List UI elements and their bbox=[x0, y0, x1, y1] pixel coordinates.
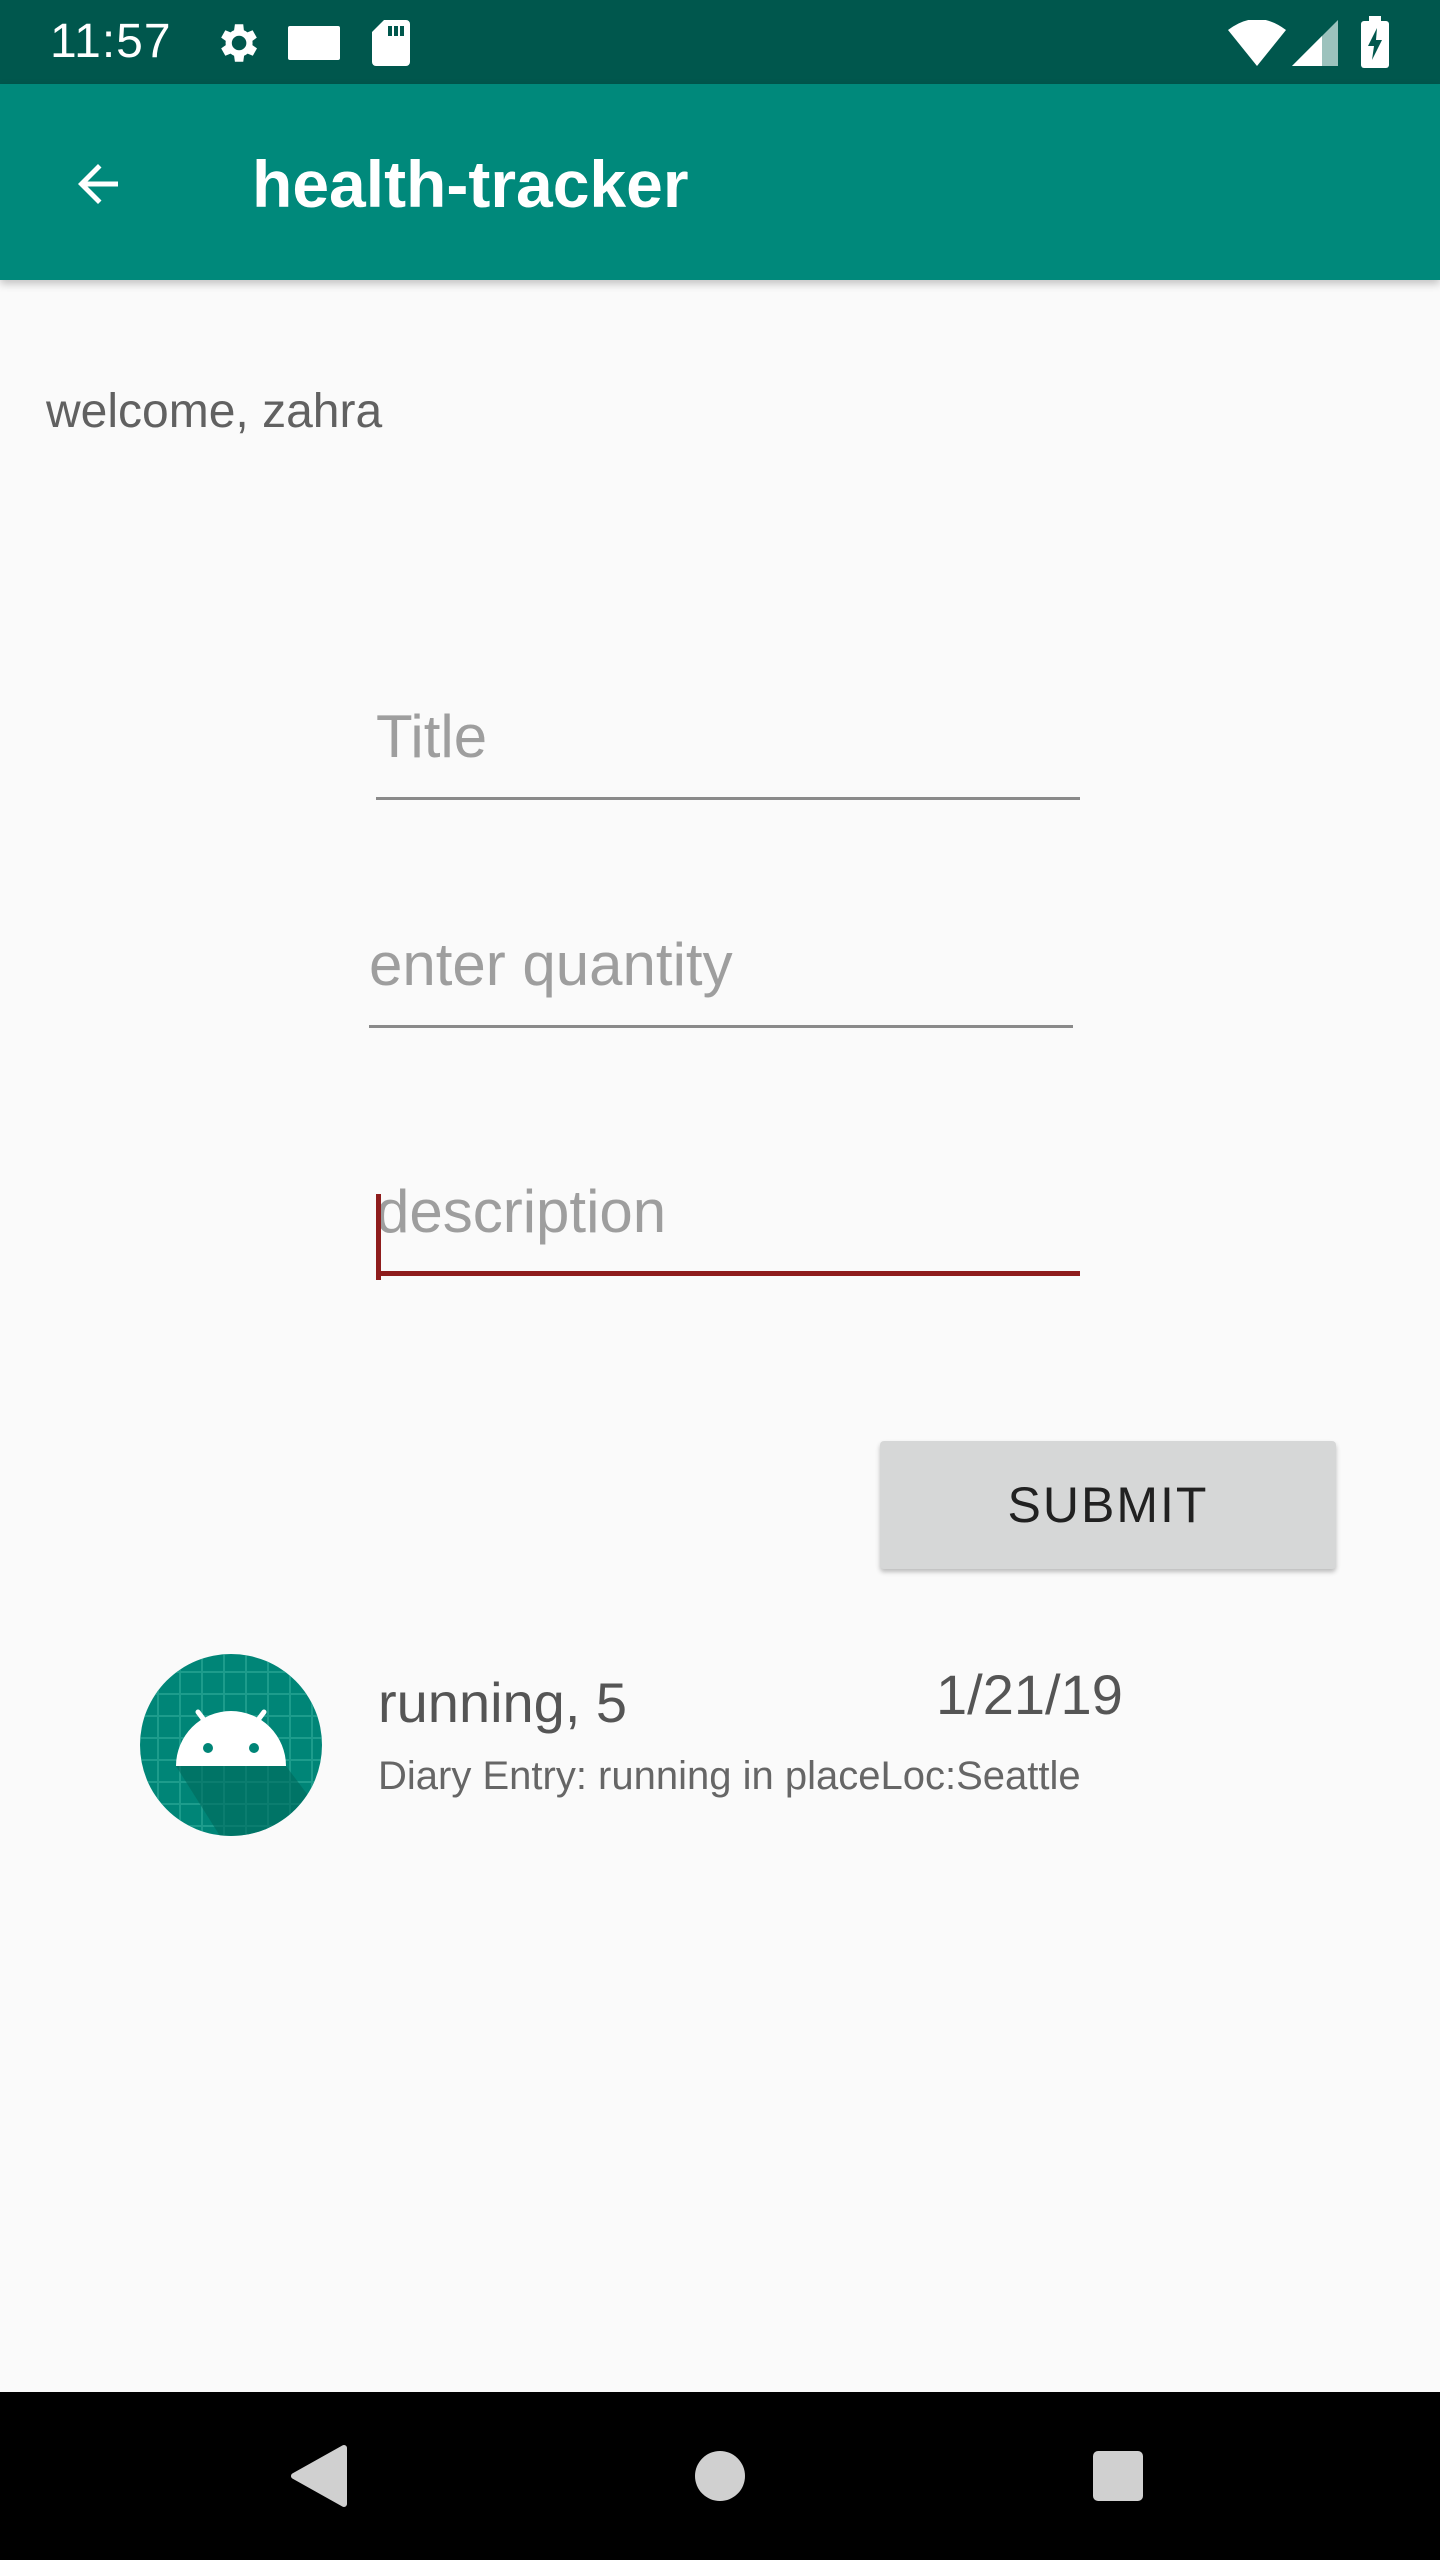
signal-icon bbox=[1292, 20, 1338, 66]
entry-title: running, 5 bbox=[378, 1671, 628, 1734]
wifi-icon bbox=[1228, 20, 1286, 66]
description-input[interactable] bbox=[376, 1166, 1080, 1271]
title-input[interactable] bbox=[376, 690, 1080, 797]
description-field-container bbox=[376, 1166, 1080, 1280]
list-item[interactable]: running, 5 1/21/19 Diary Entry: running … bbox=[140, 1650, 1240, 1840]
entry-date: 1/21/19 bbox=[936, 1663, 1123, 1726]
back-triangle-icon bbox=[291, 2445, 347, 2507]
nav-back-button[interactable] bbox=[276, 2434, 360, 2518]
submit-button[interactable]: SUBMIT bbox=[880, 1441, 1336, 1569]
text-cursor bbox=[376, 1194, 381, 1280]
app-bar: health-tracker bbox=[0, 84, 1440, 280]
quantity-input[interactable] bbox=[369, 918, 1073, 1025]
back-button[interactable] bbox=[48, 134, 148, 234]
home-circle-icon bbox=[695, 2451, 745, 2501]
nav-recents-button[interactable] bbox=[1076, 2434, 1160, 2518]
notification-icon bbox=[288, 26, 340, 60]
entry-description: Diary Entry: running in placeLoc:Seattle bbox=[378, 1754, 1081, 1798]
status-bar: 11:57 bbox=[0, 0, 1440, 84]
sd-card-icon bbox=[372, 20, 410, 66]
recents-square-icon bbox=[1093, 2451, 1143, 2501]
app-title: health-tracker bbox=[252, 147, 689, 221]
quantity-field-container bbox=[369, 918, 1073, 1028]
title-field-container bbox=[376, 690, 1080, 800]
status-time: 11:57 bbox=[50, 15, 172, 68]
system-nav-bar bbox=[0, 2392, 1440, 2560]
settings-icon bbox=[221, 24, 257, 62]
android-icon bbox=[140, 1654, 322, 1836]
nav-home-button[interactable] bbox=[678, 2434, 762, 2518]
arrow-back-icon bbox=[78, 164, 118, 204]
battery-icon bbox=[1361, 16, 1389, 68]
welcome-text: welcome, zahra bbox=[46, 385, 383, 438]
